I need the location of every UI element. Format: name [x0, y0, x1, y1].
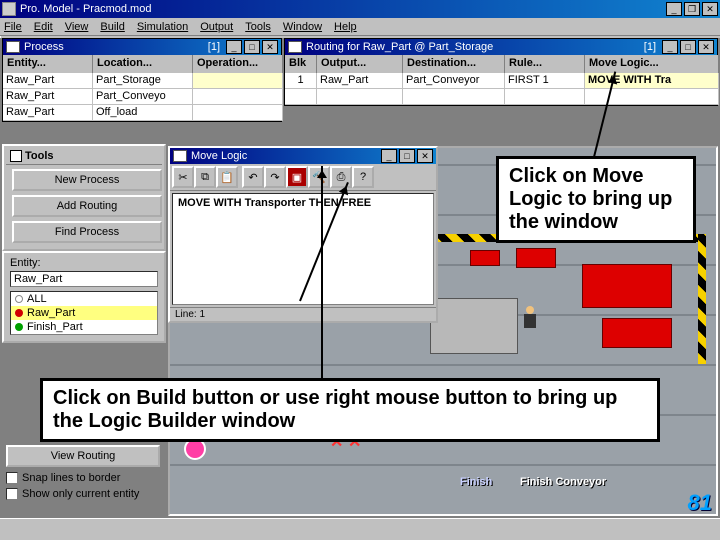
menu-build[interactable]: Build [100, 21, 124, 33]
movelogic-close[interactable]: ✕ [417, 149, 433, 163]
undo-icon[interactable]: ↶ [242, 166, 264, 188]
copy-icon[interactable]: ⧉ [194, 166, 216, 188]
routing-titlebar[interactable]: Routing for Raw_Part @ Part_Storage [1] … [285, 39, 717, 55]
menu-simulation[interactable]: Simulation [137, 21, 188, 33]
entity-panel: Entity: Raw_Part ALL Raw_Part Finish_Par… [2, 251, 166, 343]
label-finish: Finish [460, 476, 492, 488]
process-title: Process [24, 41, 64, 53]
app-icon [2, 2, 16, 16]
routing-col-blk[interactable]: Blk [285, 55, 317, 73]
process-titlebar[interactable]: Process [1] _ □ ✕ [3, 39, 281, 55]
routing-empty[interactable] [285, 89, 317, 105]
callout-build: Click on Build button or use right mouse… [40, 378, 660, 442]
menu-edit[interactable]: Edit [34, 21, 53, 33]
find-process-button[interactable]: Find Process [12, 221, 162, 243]
routing-col-output[interactable]: Output... [317, 55, 403, 73]
snap-lines-checkbox[interactable]: Snap lines to border [2, 470, 166, 486]
routing-col-rule[interactable]: Rule... [505, 55, 585, 73]
routing-cell[interactable]: Raw_Part [317, 73, 403, 89]
entity-current[interactable]: Raw_Part [10, 271, 158, 287]
menu-window[interactable]: Window [283, 21, 322, 33]
process-cell[interactable]: Raw_Part [3, 105, 93, 121]
movelogic-min[interactable]: _ [381, 149, 397, 163]
paste-icon[interactable]: 📋 [216, 166, 238, 188]
movelogic-title: Move Logic [191, 150, 247, 162]
tools-panel: Tools New Process Add Routing Find Proce… [2, 144, 166, 251]
menu-view[interactable]: View [65, 21, 89, 33]
show-only-current-checkbox[interactable]: Show only current entity [2, 486, 166, 502]
menu-file[interactable]: File [4, 21, 22, 33]
process-cell[interactable]: Raw_Part [3, 73, 93, 89]
tools-title: Tools [25, 150, 54, 162]
routing-index: [1] [644, 41, 656, 53]
movelogic-max[interactable]: □ [399, 149, 415, 163]
menu-help[interactable]: Help [334, 21, 357, 33]
process-col-location[interactable]: Location... [93, 55, 193, 73]
process-max[interactable]: □ [244, 40, 260, 54]
process-cell[interactable] [193, 89, 283, 105]
app-titlebar: Pro. Model - Pracmod.mod _ ❐ ✕ [0, 0, 720, 18]
cut-icon[interactable]: ✂ [172, 166, 194, 188]
process-cell[interactable]: Part_Conveyo [93, 89, 193, 105]
routing-empty[interactable] [403, 89, 505, 105]
routing-empty[interactable] [585, 89, 719, 105]
compile-icon[interactable]: ▣ [286, 166, 308, 188]
minimize-button[interactable]: _ [666, 2, 682, 16]
maximize-button[interactable]: ❐ [684, 2, 700, 16]
movelogic-status: Line: 1 [170, 307, 436, 321]
callout-movelogic: Click on Move Logic to bring up the wind… [496, 156, 696, 243]
routing-col-destination[interactable]: Destination... [403, 55, 505, 73]
close-button[interactable]: ✕ [702, 2, 718, 16]
movelogic-titlebar[interactable]: Move Logic _ □ ✕ [170, 148, 436, 164]
menu-output[interactable]: Output [200, 21, 233, 33]
menubar: File Edit View Build Simulation Output T… [0, 18, 720, 36]
process-cell[interactable] [193, 105, 283, 121]
routing-col-movelogic[interactable]: Move Logic... [585, 55, 719, 73]
routing-empty[interactable] [505, 89, 585, 105]
tools-icon [10, 150, 22, 162]
movelogic-toolbar: ✂ ⧉ 📋 ↶ ↷ ▣ 🔨 ⎙ ? [170, 164, 436, 191]
movelogic-icon [173, 150, 187, 162]
view-routing-button[interactable]: View Routing [6, 445, 160, 467]
process-col-operation[interactable]: Operation... [193, 55, 283, 73]
routing-cell[interactable]: Part_Conveyor [403, 73, 505, 89]
process-min[interactable]: _ [226, 40, 242, 54]
process-close[interactable]: ✕ [262, 40, 278, 54]
entity-list[interactable]: ALL Raw_Part Finish_Part [10, 291, 158, 335]
new-process-button[interactable]: New Process [12, 169, 162, 191]
routing-cell[interactable]: FIRST 1 [505, 73, 585, 89]
process-index: [1] [208, 41, 220, 53]
process-col-entity[interactable]: Entity... [3, 55, 93, 73]
entity-item-all[interactable]: ALL [11, 292, 157, 306]
redo-icon[interactable]: ↷ [264, 166, 286, 188]
process-cell[interactable]: Raw_Part [3, 89, 93, 105]
label-finish-conveyor: Finish Conveyor [520, 476, 606, 488]
routing-close[interactable]: ✕ [698, 40, 714, 54]
process-cell[interactable]: Part_Storage [93, 73, 193, 89]
lowerleft-panel: View Routing Snap lines to border Show o… [2, 442, 166, 502]
entity-item-finish[interactable]: Finish_Part [11, 320, 157, 334]
arrow-to-build [321, 166, 323, 378]
process-cell[interactable]: Off_load [93, 105, 193, 121]
entity-label: Entity: [6, 255, 162, 271]
app-title: Pro. Model - Pracmod.mod [20, 3, 151, 15]
routing-cell-movelogic[interactable]: MOVE WITH Tra [585, 73, 719, 89]
routing-max[interactable]: □ [680, 40, 696, 54]
process-cell[interactable] [193, 73, 283, 89]
process-icon [6, 41, 20, 53]
add-routing-button[interactable]: Add Routing [12, 195, 162, 217]
movelogic-window[interactable]: Move Logic _ □ ✕ ✂ ⧉ 📋 ↶ ↷ ▣ 🔨 ⎙ ? MOVE … [168, 146, 438, 323]
statusbar [0, 518, 720, 540]
routing-title: Routing for Raw_Part @ Part_Storage [306, 41, 493, 53]
page-number: 81 [688, 490, 712, 516]
routing-icon [288, 41, 302, 53]
routing-cell[interactable]: 1 [285, 73, 317, 89]
entity-item-raw[interactable]: Raw_Part [11, 306, 157, 320]
menu-tools[interactable]: Tools [245, 21, 271, 33]
routing-empty[interactable] [317, 89, 403, 105]
help-icon[interactable]: ? [352, 166, 374, 188]
routing-min[interactable]: _ [662, 40, 678, 54]
